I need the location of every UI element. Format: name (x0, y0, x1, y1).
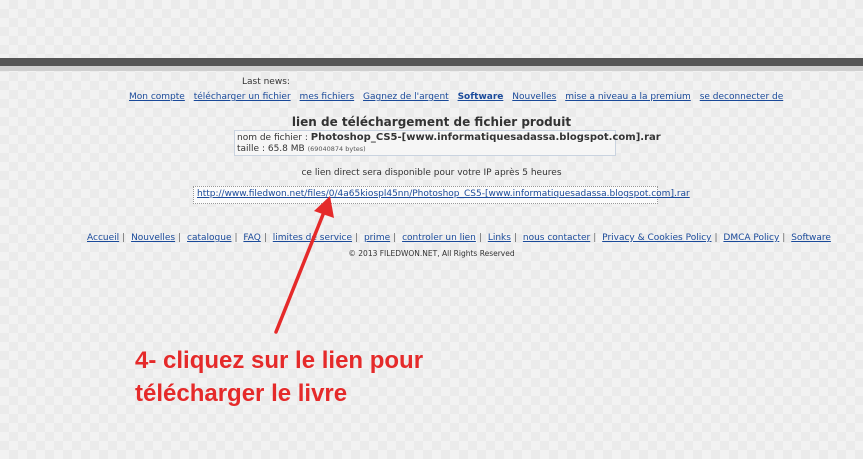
red-arrow-annotation (274, 196, 334, 334)
instruction-line-1: 4- cliquez sur le lien pour (135, 347, 424, 374)
instruction-annotation: 4- cliquez sur le lien pour télécharger … (135, 344, 423, 410)
instruction-line-2: télécharger le livre (135, 380, 348, 407)
arrow-shaft (274, 210, 326, 334)
